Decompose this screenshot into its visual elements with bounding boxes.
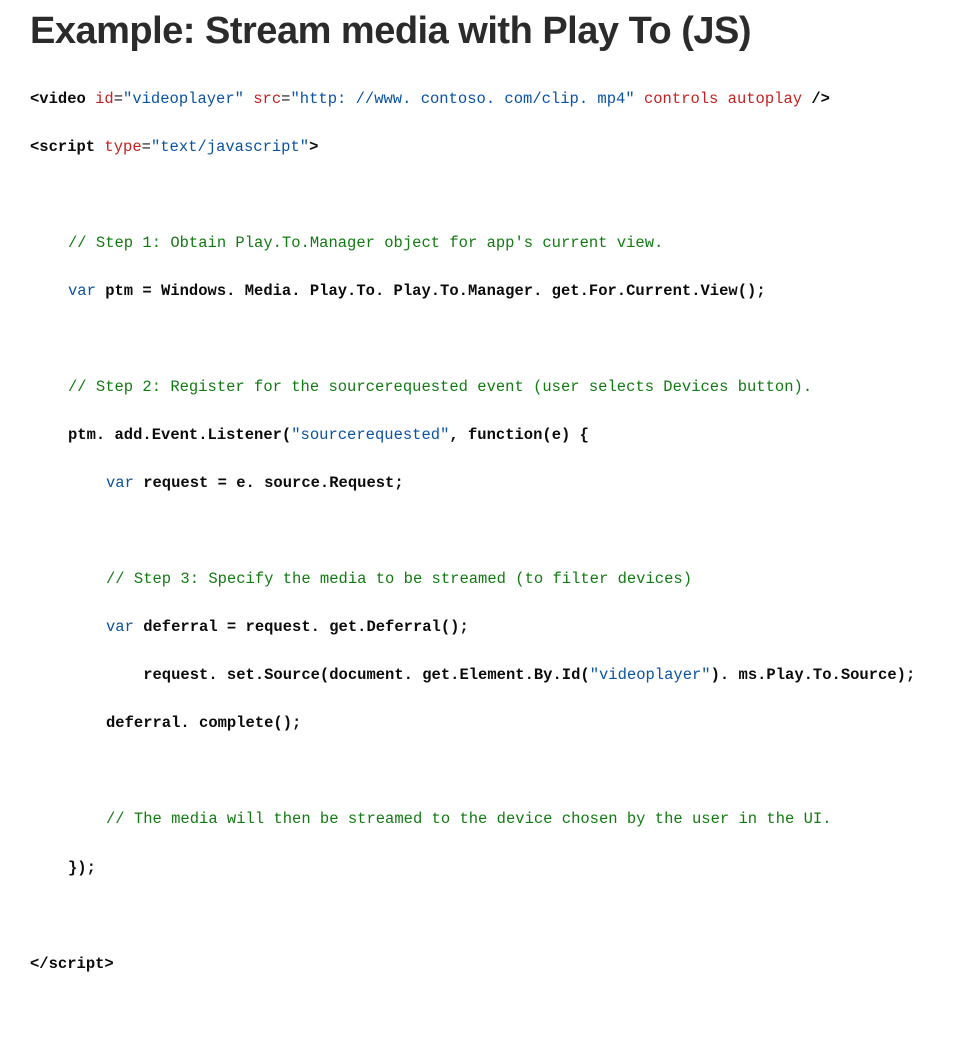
gt: > xyxy=(309,138,318,156)
code-line-deferral: var deferral = request. get.Deferral(); xyxy=(106,615,930,639)
attr-type: type xyxy=(95,138,142,156)
blank-line xyxy=(30,759,930,783)
comment-step2: // Step 2: Register for the sourcereques… xyxy=(68,375,930,399)
val-type: "text/javascript" xyxy=(151,138,309,156)
code-line-request: var request = e. source.Request; xyxy=(106,471,930,495)
tag-video-close: /> xyxy=(811,90,830,108)
eq: = xyxy=(114,90,123,108)
code-line-listener: ptm. add.Event.Listener("sourcerequested… xyxy=(68,423,930,447)
code-text: ptm. add.Event.Listener( xyxy=(68,426,291,444)
code-line-video: <video id="videoplayer" src="http: //www… xyxy=(30,87,930,111)
attr-controls-autoplay: controls autoplay xyxy=(635,90,812,108)
blank-line xyxy=(30,327,930,351)
code-text: deferral = request. get.Deferral(); xyxy=(134,618,469,636)
kw-var: var xyxy=(106,618,134,636)
slide: Example: Stream media with Play To (JS) … xyxy=(0,0,960,1044)
comment-step1: // Step 1: Obtain Play.To.Manager object… xyxy=(68,231,930,255)
code-line-script-open: <script type="text/javascript"> xyxy=(30,135,930,159)
code-text: ptm = Windows. Media. Play.To. Play.To.M… xyxy=(96,282,766,300)
code-line-close-fn: }); xyxy=(68,856,930,880)
code-text: , function(e) { xyxy=(449,426,589,444)
script-close-tail: ipt> xyxy=(77,955,114,973)
kw-var: var xyxy=(106,474,134,492)
val-src: "http: //www. contoso. com/clip. mp4" xyxy=(290,90,634,108)
comment-step4: // The media will then be streamed to th… xyxy=(106,807,930,831)
blank-line xyxy=(30,904,930,928)
val-id: "videoplayer" xyxy=(123,90,244,108)
script-close-head: </scr xyxy=(30,955,77,973)
tag-video-open: <video xyxy=(30,90,86,108)
string-sourcerequested: "sourcerequested" xyxy=(291,426,449,444)
tag-script-open: <script xyxy=(30,138,95,156)
slide-title: Example: Stream media with Play To (JS) xyxy=(30,10,930,53)
code-line-setsource: request. set.Source(document. get.Elemen… xyxy=(106,663,930,687)
code-text: request = e. source.Request; xyxy=(134,474,404,492)
code-line-script-close: </script> xyxy=(30,952,930,976)
attr-id: id xyxy=(86,90,114,108)
comment-step3: // Step 3: Specify the media to be strea… xyxy=(106,567,930,591)
code-text: ). ms.Play.To.Source); xyxy=(711,666,916,684)
string-videoplayer: "videoplayer" xyxy=(590,666,711,684)
code-line-complete: deferral. complete(); xyxy=(106,711,930,735)
blank-line xyxy=(30,183,930,207)
code-text: request. set.Source(document. get.Elemen… xyxy=(106,666,590,684)
kw-var: var xyxy=(68,282,96,300)
code-block: <video id="videoplayer" src="http: //www… xyxy=(30,63,930,1024)
attr-src: src xyxy=(244,90,281,108)
code-line-ptm-decl: var ptm = Windows. Media. Play.To. Play.… xyxy=(68,279,930,303)
eq: = xyxy=(142,138,151,156)
